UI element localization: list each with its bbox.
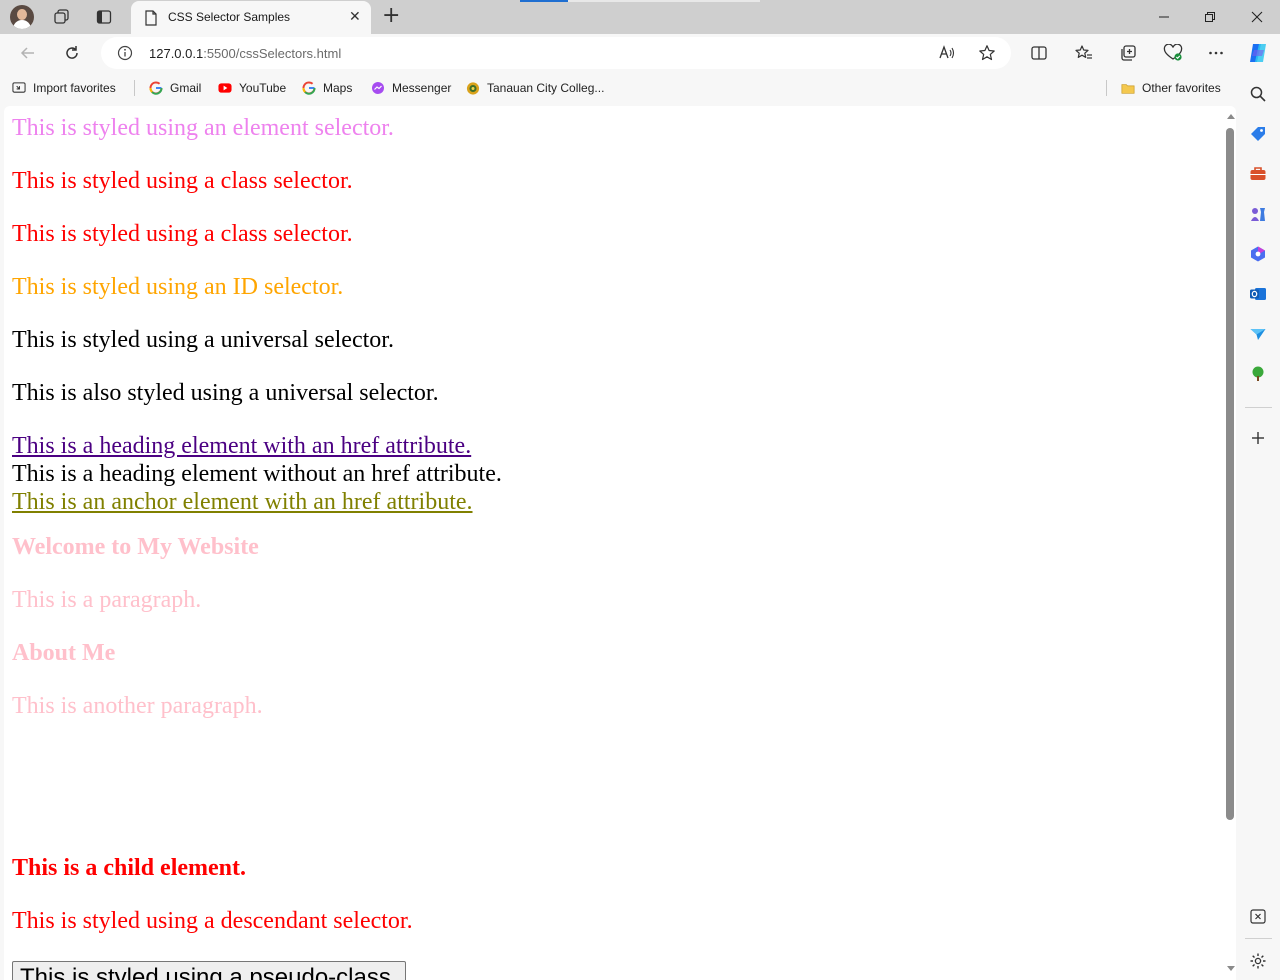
tanauan-city-college-label: Tanauan City Colleg...: [487, 81, 605, 95]
microsoft-365-icon[interactable]: [1249, 245, 1267, 263]
youtube-icon: [218, 81, 232, 95]
page-icon: [144, 10, 158, 30]
universal-selector-paragraph: This is styled using a universal selecto…: [12, 327, 394, 353]
favorites-icon[interactable]: [1073, 42, 1095, 64]
refresh-icon[interactable]: [61, 42, 83, 64]
messenger-label: Messenger: [392, 81, 452, 95]
youtube-label: YouTube: [239, 81, 287, 95]
browser-essentials-icon[interactable]: [1162, 42, 1184, 64]
google-g-icon: [149, 81, 163, 95]
other-favorites-label: Other favorites: [1142, 81, 1221, 95]
site-info-icon[interactable]: [117, 45, 133, 65]
tools-briefcase-icon[interactable]: [1249, 165, 1267, 183]
another-paragraph-text: This is another paragraph.: [12, 693, 263, 719]
favorite-import-favorites[interactable]: Import favorites: [12, 80, 116, 96]
messenger-icon: [371, 81, 385, 95]
welcome-heading: Welcome to My Website: [12, 534, 259, 560]
games-chess-icon[interactable]: [1249, 205, 1267, 223]
shopping-tag-icon[interactable]: [1249, 125, 1267, 143]
restore-button[interactable]: [1195, 6, 1225, 28]
split-screen-icon[interactable]: [1028, 42, 1050, 64]
id-selector-paragraph: This is styled using an ID selector.: [12, 274, 344, 300]
heading-without-href: This is a heading element without an hre…: [12, 461, 502, 487]
copilot-icon[interactable]: [1246, 41, 1270, 65]
send-paper-plane-icon[interactable]: [1249, 325, 1267, 343]
search-icon[interactable]: [1249, 85, 1267, 103]
tab-strip: CSS Selector Samples ✕ +: [0, 0, 1280, 34]
gmail-label: Gmail: [170, 81, 202, 95]
tree-icon[interactable]: [1249, 365, 1267, 383]
child-element-text: This is a child element.: [12, 855, 247, 881]
scrollbar-thumb[interactable]: [1226, 128, 1234, 820]
close-window-button[interactable]: [1242, 6, 1272, 28]
favorite-star-icon[interactable]: [978, 44, 996, 62]
scroll-up-arrow-icon[interactable]: [1227, 114, 1235, 119]
favorite-gmail[interactable]: Gmail: [149, 80, 201, 96]
outlook-icon[interactable]: [1249, 285, 1267, 303]
url-path: :5500/cssSelectors.html: [203, 46, 342, 61]
maps-label: Maps: [323, 81, 353, 95]
universal-selector-paragraph: This is also styled using a universal se…: [12, 380, 439, 406]
favorite-tanauan-city-college[interactable]: Tanauan City Colleg...: [466, 80, 604, 96]
edge-sidebar: [1237, 72, 1280, 980]
minimize-button[interactable]: [1149, 6, 1179, 28]
workspaces-icon[interactable]: [52, 7, 72, 27]
favorite-maps[interactable]: Maps: [302, 80, 352, 96]
google-g-icon: [302, 81, 316, 95]
college-seal-icon: [466, 81, 480, 95]
tab-css-selector-samples[interactable]: CSS Selector Samples ✕: [131, 1, 371, 34]
sidebar-settings-gear-icon[interactable]: [1249, 952, 1267, 970]
collections-icon[interactable]: [1117, 42, 1139, 64]
sidebar-divider: [1245, 407, 1272, 408]
tab-strip-accent: [520, 0, 568, 2]
other-favorites-folder[interactable]: Other favorites: [1121, 80, 1221, 96]
read-aloud-icon[interactable]: [938, 44, 956, 62]
url-text: 127.0.0.1:5500/cssSelectors.html: [149, 46, 341, 61]
favorites-separator: [134, 80, 135, 96]
anchor-with-href-link[interactable]: This is an anchor element with an href a…: [12, 488, 473, 516]
hide-sidebar-icon[interactable]: [1249, 908, 1267, 926]
profile-avatar[interactable]: [10, 5, 34, 29]
favorite-messenger[interactable]: Messenger: [371, 80, 451, 96]
element-selector-paragraph: This is styled using an element selector…: [12, 115, 394, 141]
close-tab-icon[interactable]: ✕: [349, 10, 361, 24]
favorites-bar: Import favorites Gmail YouTube Maps Mess…: [0, 72, 1240, 104]
back-arrow-icon[interactable]: [17, 42, 39, 64]
import-favorites-label: Import favorites: [33, 81, 116, 95]
new-tab-button[interactable]: +: [382, 4, 400, 28]
favorites-separator: [1106, 80, 1107, 96]
sidebar-divider: [1245, 938, 1272, 939]
heading-with-href-link[interactable]: This is a heading element with an href a…: [12, 432, 471, 460]
class-selector-paragraph: This is styled using a class selector.: [12, 221, 353, 247]
folder-icon: [1121, 81, 1135, 95]
settings-more-icon[interactable]: [1205, 42, 1227, 64]
url-host: 127.0.0.1: [149, 46, 204, 61]
class-selector-paragraph: This is styled using a class selector.: [12, 168, 353, 194]
tab-actions-icon[interactable]: [94, 7, 114, 27]
tab-strip-accent-light: [568, 0, 760, 2]
add-sidebar-app-icon[interactable]: [1249, 429, 1267, 447]
address-bar[interactable]: 127.0.0.1:5500/cssSelectors.html: [101, 37, 1011, 69]
scroll-down-arrow-icon[interactable]: [1227, 966, 1235, 971]
tab-title: CSS Selector Samples: [168, 10, 291, 24]
paragraph-text: This is a paragraph.: [12, 587, 202, 613]
descendant-selector-paragraph: This is styled using a descendant select…: [12, 908, 413, 934]
page-viewport: This is styled using an element selector…: [4, 106, 1236, 980]
import-favorites-icon: [12, 81, 26, 95]
vertical-scrollbar[interactable]: [1224, 106, 1236, 980]
pseudo-class-button[interactable]: This is styled using a pseudo-class.: [12, 961, 406, 980]
favorite-youtube[interactable]: YouTube: [218, 80, 286, 96]
about-me-heading: About Me: [12, 640, 116, 666]
navigation-toolbar: 127.0.0.1:5500/cssSelectors.html: [0, 34, 1280, 72]
